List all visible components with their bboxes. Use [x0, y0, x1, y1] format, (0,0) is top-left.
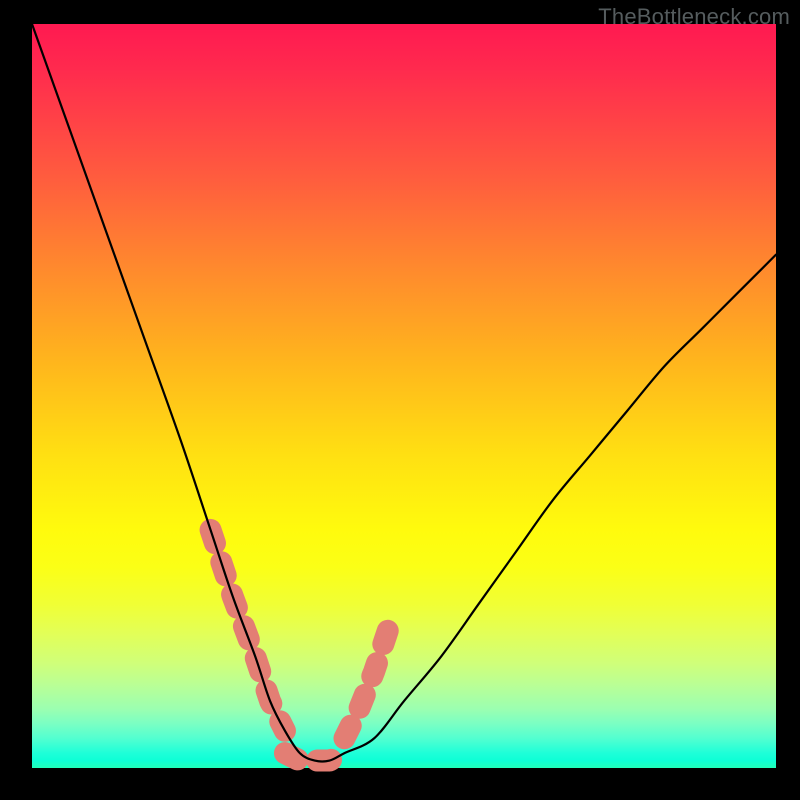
- plot-area: [32, 24, 776, 768]
- bottleneck-curve-line: [32, 24, 776, 761]
- chart-svg: [32, 24, 776, 768]
- marker-band-segment: [211, 530, 285, 731]
- outer-frame: TheBottleneck.com: [0, 0, 800, 800]
- marker-band-segment: [344, 627, 389, 739]
- marker-band-group: [211, 530, 390, 761]
